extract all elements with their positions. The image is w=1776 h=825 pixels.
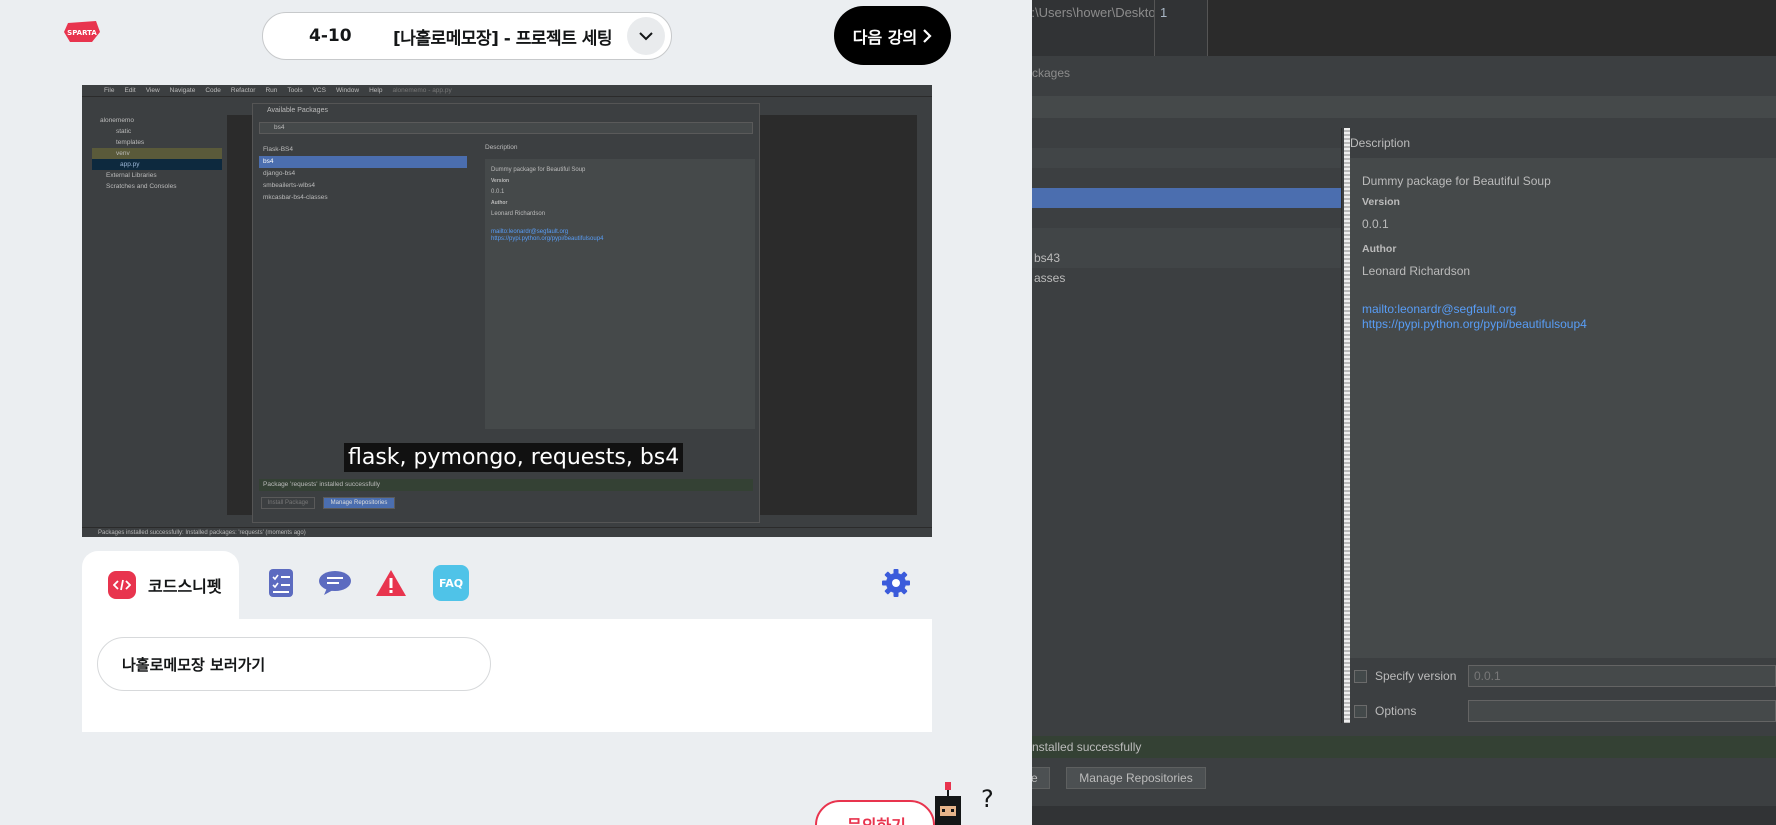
video-package-list: Flask-BS4 bs4 django-bs4 smbeailerts-wlb… xyxy=(259,144,467,484)
install-success-banner: nstalled successfully xyxy=(1032,736,1776,758)
video-player[interactable]: File Edit View Navigate Code Refactor Ru… xyxy=(82,85,932,537)
faq-icon[interactable]: FAQ xyxy=(433,565,469,601)
options-checkbox[interactable] xyxy=(1354,704,1367,718)
checklist-icon[interactable] xyxy=(263,565,299,601)
manage-repositories-button[interactable]: Manage Repositories xyxy=(1066,767,1206,789)
list-item[interactable]: asses xyxy=(1032,268,1341,288)
lecture-number: 4-10 xyxy=(309,26,352,46)
video-ide-menubar: File Edit View Navigate Code Refactor Ru… xyxy=(82,85,932,97)
options-row: Options xyxy=(1354,701,1416,721)
list-item[interactable] xyxy=(1032,128,1341,148)
video-status-bar: Packages installed successfully: Install… xyxy=(82,527,932,537)
install-package-button[interactable]: e xyxy=(1032,767,1050,789)
pypi-link[interactable]: https://pypi.python.org/pypi/beautifulso… xyxy=(1362,317,1764,332)
list-item[interactable]: bs43 xyxy=(1032,248,1341,268)
list-item[interactable] xyxy=(1032,208,1341,228)
sparta-logo[interactable]: SPARTA xyxy=(62,20,102,44)
ide-description-heading: Description xyxy=(1350,136,1415,150)
chevron-right-icon xyxy=(923,28,932,43)
inquiry-button[interactable]: 문의하기 xyxy=(815,800,935,825)
gear-icon[interactable] xyxy=(878,565,914,601)
svg-text:?: ? xyxy=(981,785,994,813)
ide-package-search[interactable] xyxy=(1032,96,1776,118)
ide-window: C:\Users\hower\Desktop 1 ckages bs43 ass… xyxy=(1032,0,1776,825)
lecture-title: [나홀로메모장] - 프로젝트 세팅 xyxy=(393,28,613,49)
list-item[interactable] xyxy=(1032,228,1341,248)
next-lecture-button[interactable]: 다음 강의 xyxy=(834,6,951,65)
ide-code-editor[interactable] xyxy=(1208,0,1776,56)
next-lecture-label: 다음 강의 xyxy=(852,27,918,47)
author-label: Author xyxy=(1362,243,1397,255)
video-description-box: Dummy package for Beautiful Soup Version… xyxy=(485,159,755,429)
options-label: Options xyxy=(1375,704,1417,718)
ide-package-list[interactable]: bs43 asses xyxy=(1032,128,1341,723)
version-value: 0.0.1 xyxy=(1362,217,1389,231)
mascot-icon: ? xyxy=(927,782,1001,825)
list-item-selected[interactable] xyxy=(1032,188,1341,208)
specify-version-checkbox[interactable] xyxy=(1354,669,1367,683)
video-search-field: bs4 xyxy=(259,122,753,134)
specify-version-label: Specify version xyxy=(1375,669,1457,683)
tab-code-snippet-label: 코드스니펫 xyxy=(148,577,222,596)
package-summary: Dummy package for Beautiful Soup xyxy=(1362,174,1551,188)
version-label: Version xyxy=(1362,196,1400,208)
video-subtitle: flask, pymongo, requests, bs4 xyxy=(344,443,684,472)
tab-content: 나홀로메모장 보러가기 xyxy=(82,619,932,732)
video-project-tree: alonememo static templates venv app.py E… xyxy=(92,115,222,515)
ide-description-box: Dummy package for Beautiful Soup Version… xyxy=(1350,158,1776,658)
snippet-link-button[interactable]: 나홀로메모장 보러가기 xyxy=(97,637,491,691)
chat-icon[interactable] xyxy=(315,565,355,601)
code-icon xyxy=(108,571,136,599)
list-item[interactable] xyxy=(1032,148,1341,168)
svg-text:SPARTA: SPARTA xyxy=(67,29,97,37)
course-panel: SPARTA 4-10 [나홀로메모장] - 프로젝트 세팅 다음 강의 Fil… xyxy=(0,0,1032,825)
author-email-link[interactable]: mailto:leonardr@segfault.org xyxy=(1362,302,1764,317)
lecture-selector[interactable]: 4-10 [나홀로메모장] - 프로젝트 세팅 xyxy=(262,12,672,60)
tab-code-snippet[interactable]: 코드스니펫 xyxy=(82,551,239,619)
options-input[interactable] xyxy=(1468,700,1776,722)
lecture-tabs: 코드스니펫 FAQ xyxy=(82,551,932,619)
ide-dialog-title: ckages xyxy=(1032,66,1071,80)
ide-path: C:\Users\hower\Desktop xyxy=(1032,5,1163,20)
ide-line-number: 1 xyxy=(1160,5,1168,20)
specify-version-input[interactable]: 0.0.1 xyxy=(1468,665,1776,687)
warning-icon[interactable] xyxy=(373,565,409,601)
list-item[interactable] xyxy=(1032,168,1341,188)
author-value: Leonard Richardson xyxy=(1362,264,1471,278)
ide-bottom-bar xyxy=(1032,806,1776,825)
chevron-down-icon[interactable] xyxy=(627,17,665,55)
specify-version-row: Specify version xyxy=(1354,666,1456,686)
